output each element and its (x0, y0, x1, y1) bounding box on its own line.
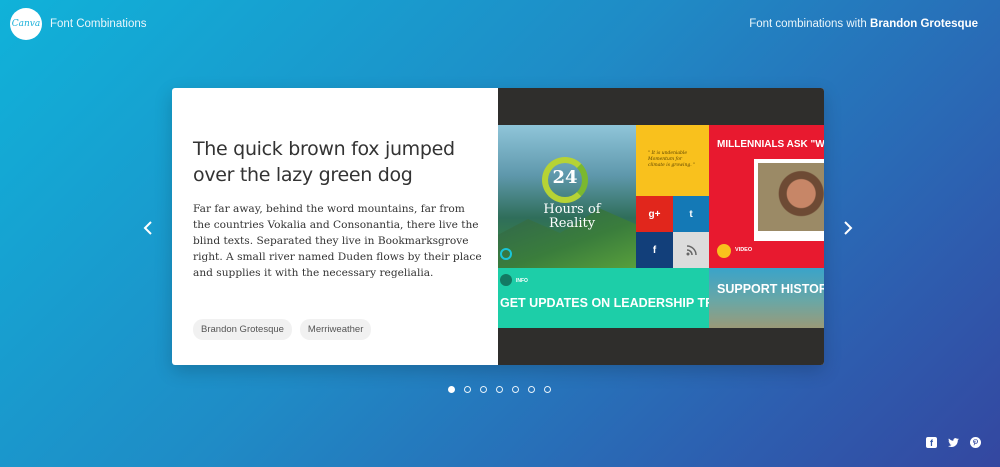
google-plus-icon: g+ (648, 208, 661, 220)
app-title[interactable]: Font Combinations (50, 18, 147, 30)
carousel-dot-4[interactable] (496, 386, 503, 393)
eye-icon (500, 248, 512, 260)
photo-number: 24 (552, 167, 578, 188)
video-frame (754, 159, 824, 241)
chevron-right-icon (844, 221, 853, 235)
photo-tile: 24 Hours of Reality (498, 125, 636, 268)
carousel-dot-5[interactable] (512, 386, 519, 393)
quote-tile: " It is undeniable Momentum for climate … (636, 125, 709, 196)
share-links: f (926, 437, 981, 448)
pinterest-icon[interactable] (970, 437, 981, 448)
portrait-image (758, 163, 824, 231)
support-tile: SUPPORT HISTORIC LIMITS ON CARBON (709, 268, 824, 328)
carousel-dot-6[interactable] (528, 386, 535, 393)
sample-heading: The quick brown fox jumped over the lazy… (193, 138, 455, 186)
carousel-dot-7[interactable] (544, 386, 551, 393)
current-font-name: Brandon Grotesque (870, 18, 978, 30)
facebook-icon: f (652, 244, 657, 256)
current-font-label: Font combinations with Brandon Grotesque (749, 18, 978, 30)
twitter-tile: t (673, 196, 709, 232)
sample-text-panel: The quick brown fox jumped over the lazy… (172, 88, 498, 365)
info-icon (500, 274, 512, 286)
twitter-icon[interactable] (948, 437, 959, 448)
previous-slide-button[interactable] (138, 218, 158, 238)
video-label: VIDEO (735, 247, 753, 253)
example-preview-panel: 24 Hours of Reality " It is undeniable M… (498, 88, 824, 365)
facebook-tile: f (636, 232, 673, 268)
photo-caption: Hours of Reality (543, 202, 601, 231)
millennials-title: MILLENNIALS ASK "W (717, 139, 824, 150)
font-tag-body[interactable]: Merriweather (299, 319, 372, 340)
carousel-dot-2[interactable] (464, 386, 471, 393)
facebook-icon[interactable]: f (926, 437, 937, 448)
millennials-tile: MILLENNIALS ASK "W VIDEO (709, 125, 824, 268)
leadership-tile: INFO GET UPDATES ON LEADERSHIP TRAININGS (498, 268, 709, 328)
example-mosaic: 24 Hours of Reality " It is undeniable M… (498, 125, 824, 328)
rss-tile (673, 232, 709, 268)
info-label: INFO (516, 278, 528, 284)
font-tags: Brandon Grotesque Merriweather (193, 319, 372, 340)
next-slide-button[interactable] (838, 218, 858, 238)
font-combination-card: The quick brown fox jumped over the lazy… (172, 88, 824, 365)
carousel-dot-1[interactable] (448, 386, 455, 393)
rss-icon (673, 232, 709, 268)
google-plus-tile: g+ (636, 196, 673, 232)
canva-logo[interactable]: Canva (10, 8, 42, 40)
play-icon (717, 244, 731, 258)
support-title: SUPPORT HISTORIC LIMITS ON CARBON (717, 282, 824, 296)
chevron-left-icon (143, 221, 152, 235)
twitter-icon: t (689, 208, 693, 220)
carousel-pagination (448, 386, 551, 393)
carousel-dot-3[interactable] (480, 386, 487, 393)
current-font-prefix: Font combinations with (749, 18, 867, 30)
leadership-title: GET UPDATES ON LEADERSHIP TRAININGS (500, 296, 709, 310)
sample-body-text: Far far away, behind the word mountains,… (193, 203, 482, 279)
font-tag-heading[interactable]: Brandon Grotesque (193, 319, 292, 340)
